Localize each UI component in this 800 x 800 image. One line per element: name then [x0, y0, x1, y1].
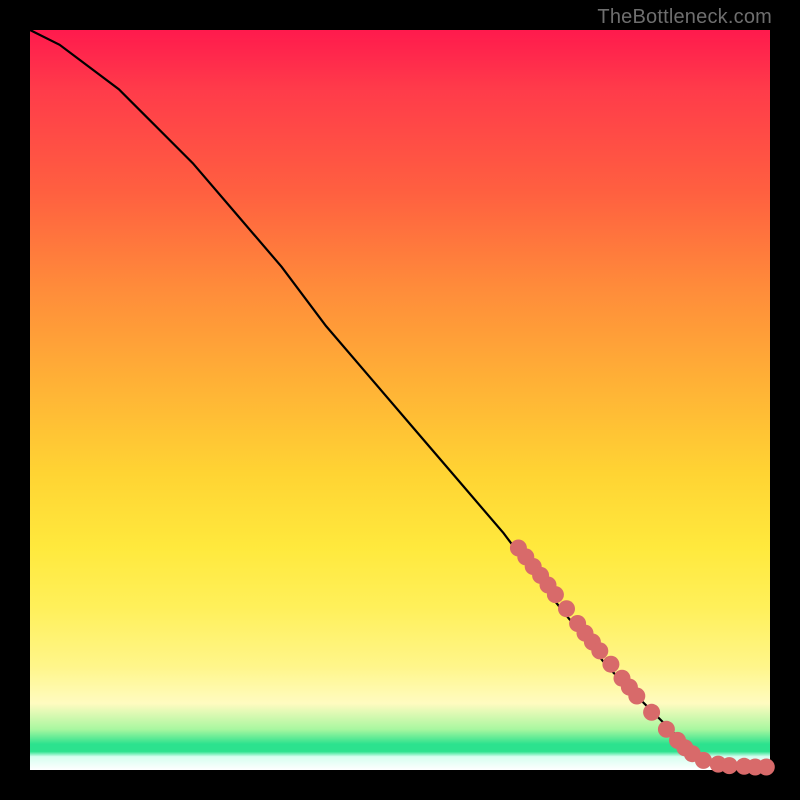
data-marker	[547, 586, 564, 603]
chart-frame: TheBottleneck.com	[0, 0, 800, 800]
data-marker	[721, 757, 738, 774]
attribution-label: TheBottleneck.com	[597, 6, 772, 29]
data-marker	[758, 759, 775, 776]
data-marker	[602, 656, 619, 673]
data-marker	[643, 704, 660, 721]
series-curve	[30, 30, 770, 767]
data-marker	[628, 688, 645, 705]
data-marker	[558, 600, 575, 617]
data-marker	[695, 752, 712, 769]
marker-group	[510, 540, 775, 776]
data-marker	[591, 642, 608, 659]
chart-svg	[30, 30, 770, 770]
